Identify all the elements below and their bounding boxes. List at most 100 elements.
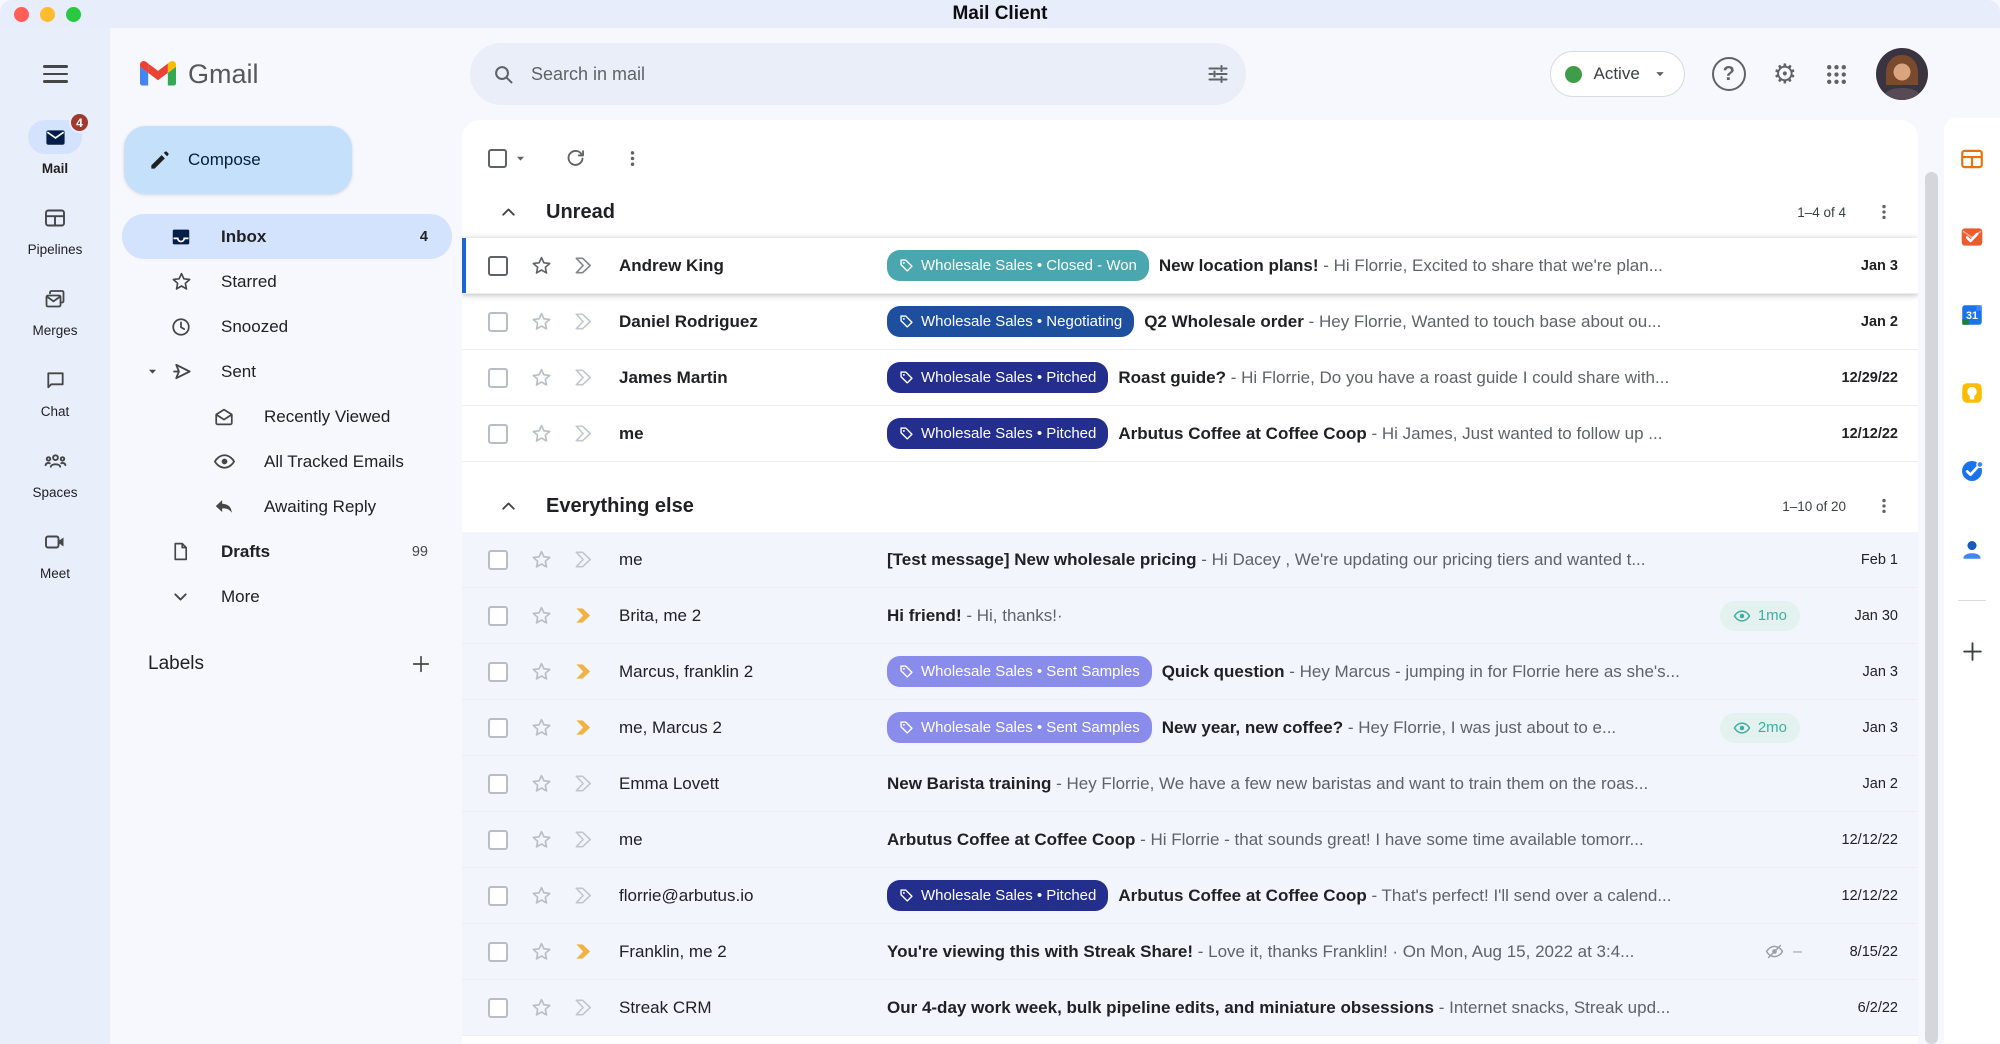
email-view-tracking-badge[interactable]: 2mo bbox=[1720, 713, 1800, 743]
star-icon[interactable] bbox=[530, 996, 553, 1019]
row-checkbox[interactable] bbox=[488, 550, 508, 570]
row-checkbox[interactable] bbox=[488, 256, 508, 276]
row-checkbox[interactable] bbox=[488, 998, 508, 1018]
row-checkbox[interactable] bbox=[488, 606, 508, 626]
streak-pipelines-icon[interactable] bbox=[1959, 146, 1985, 172]
pipeline-chip[interactable]: Wholesale Sales • Pitched bbox=[887, 362, 1108, 393]
email-row[interactable]: Streak CRM Our 4-day work week, bulk pip… bbox=[462, 980, 1918, 1036]
search-input[interactable] bbox=[531, 64, 1190, 85]
more-options-button[interactable] bbox=[622, 148, 643, 169]
star-icon[interactable] bbox=[530, 548, 553, 571]
streak-box-icon[interactable] bbox=[573, 885, 594, 906]
create-label-button[interactable] bbox=[410, 653, 432, 675]
sidebar-item-recently-viewed[interactable]: Recently Viewed bbox=[122, 394, 452, 439]
search-filters-icon[interactable] bbox=[1206, 62, 1230, 86]
section-menu-button[interactable] bbox=[1874, 202, 1894, 222]
main-menu-button[interactable] bbox=[0, 28, 110, 120]
compose-button[interactable]: Compose bbox=[124, 126, 352, 194]
email-row[interactable]: me Wholesale Sales • Pitched Arbutus Cof… bbox=[462, 406, 1918, 462]
rail-item-pipelines[interactable]: Pipelines bbox=[28, 201, 83, 257]
email-view-tracking-badge[interactable]: 1mo bbox=[1720, 601, 1800, 631]
rail-item-chat[interactable]: Chat bbox=[28, 363, 82, 419]
streak-box-icon[interactable] bbox=[573, 997, 594, 1018]
pipeline-chip[interactable]: Wholesale Sales • Sent Samples bbox=[887, 656, 1152, 687]
star-icon[interactable] bbox=[530, 604, 553, 627]
star-icon[interactable] bbox=[530, 310, 553, 333]
row-checkbox[interactable] bbox=[488, 774, 508, 794]
pipeline-chip[interactable]: Wholesale Sales • Sent Samples bbox=[887, 712, 1152, 743]
star-icon[interactable] bbox=[530, 660, 553, 683]
email-row[interactable]: James Martin Wholesale Sales • Pitched R… bbox=[462, 350, 1918, 406]
email-row[interactable]: Franklin, me 2 You're viewing this with … bbox=[462, 924, 1918, 980]
star-icon[interactable] bbox=[530, 884, 553, 907]
sidebar-item-snoozed[interactable]: Snoozed bbox=[122, 304, 452, 349]
streak-box-icon[interactable] bbox=[573, 367, 594, 388]
sent-expander-icon[interactable] bbox=[144, 363, 161, 380]
row-checkbox[interactable] bbox=[488, 424, 508, 444]
streak-box-icon[interactable] bbox=[573, 717, 594, 738]
pipeline-chip[interactable]: Wholesale Sales • Closed - Won bbox=[887, 250, 1149, 281]
pipeline-chip[interactable]: Wholesale Sales • Negotiating bbox=[887, 306, 1134, 337]
email-row[interactable]: florrie@arbutus.io Wholesale Sales • Pit… bbox=[462, 868, 1918, 924]
rail-item-mail[interactable]: 4 Mail bbox=[28, 120, 82, 176]
row-checkbox[interactable] bbox=[488, 718, 508, 738]
keep-icon[interactable] bbox=[1959, 380, 1985, 406]
email-row[interactable]: Daniel Rodriguez Wholesale Sales • Negot… bbox=[462, 294, 1918, 350]
streak-box-icon[interactable] bbox=[573, 549, 594, 570]
select-all-checkbox[interactable] bbox=[488, 149, 507, 168]
streak-box-icon[interactable] bbox=[573, 605, 594, 626]
account-avatar[interactable] bbox=[1876, 48, 1928, 100]
star-icon[interactable] bbox=[530, 254, 553, 277]
settings-gear-icon[interactable]: ⚙ bbox=[1773, 61, 1797, 88]
streak-box-icon[interactable] bbox=[573, 311, 594, 332]
pipeline-chip[interactable]: Wholesale Sales • Pitched bbox=[887, 880, 1108, 911]
streak-box-icon[interactable] bbox=[573, 829, 594, 850]
pipeline-chip[interactable]: Wholesale Sales • Pitched bbox=[887, 418, 1108, 449]
refresh-button[interactable] bbox=[565, 148, 586, 169]
rail-item-merges[interactable]: Merges bbox=[28, 282, 82, 338]
get-addons-button[interactable] bbox=[1960, 639, 1985, 664]
google-apps-grid-icon[interactable] bbox=[1824, 62, 1849, 87]
email-row[interactable]: me, Marcus 2 Wholesale Sales • Sent Samp… bbox=[462, 700, 1918, 756]
sidebar-item-sent[interactable]: Sent bbox=[122, 349, 452, 394]
status-dropdown[interactable]: Active bbox=[1550, 51, 1684, 97]
streak-box-icon[interactable] bbox=[573, 773, 594, 794]
email-row[interactable]: me [Test message] New wholesale pricing … bbox=[462, 532, 1918, 588]
row-checkbox[interactable] bbox=[488, 830, 508, 850]
contacts-icon[interactable] bbox=[1959, 536, 1985, 562]
streak-box-icon[interactable] bbox=[573, 941, 594, 962]
star-icon[interactable] bbox=[530, 772, 553, 795]
sidebar-item-all-tracked-emails[interactable]: All Tracked Emails bbox=[122, 439, 452, 484]
email-row[interactable]: Emma Lovett New Barista training - Hey F… bbox=[462, 756, 1918, 812]
collapse-section-icon[interactable] bbox=[498, 496, 519, 517]
sidebar-item-drafts[interactable]: Drafts 99 bbox=[122, 529, 452, 574]
rail-item-spaces[interactable]: Spaces bbox=[28, 444, 82, 500]
sidebar-item-starred[interactable]: Starred bbox=[122, 259, 452, 304]
select-all-dropdown[interactable] bbox=[488, 149, 529, 168]
email-row[interactable]: Marcus, franklin 2 Wholesale Sales • Sen… bbox=[462, 644, 1918, 700]
collapse-section-icon[interactable] bbox=[498, 202, 519, 223]
tasks-icon[interactable] bbox=[1959, 458, 1985, 484]
search-bar[interactable] bbox=[470, 43, 1246, 105]
row-checkbox[interactable] bbox=[488, 886, 508, 906]
star-icon[interactable] bbox=[530, 828, 553, 851]
streak-mail-icon[interactable] bbox=[1959, 224, 1985, 250]
streak-box-icon[interactable] bbox=[573, 255, 594, 276]
rail-item-meet[interactable]: Meet bbox=[28, 525, 82, 581]
section-menu-button[interactable] bbox=[1874, 496, 1894, 516]
sidebar-item-awaiting-reply[interactable]: Awaiting Reply bbox=[122, 484, 452, 529]
row-checkbox[interactable] bbox=[488, 662, 508, 682]
help-button[interactable]: ? bbox=[1712, 57, 1746, 91]
star-icon[interactable] bbox=[530, 422, 553, 445]
star-icon[interactable] bbox=[530, 716, 553, 739]
search-icon[interactable] bbox=[492, 63, 515, 86]
star-icon[interactable] bbox=[530, 366, 553, 389]
row-checkbox[interactable] bbox=[488, 942, 508, 962]
calendar-icon[interactable]: 31 bbox=[1959, 302, 1985, 328]
streak-box-icon[interactable] bbox=[573, 423, 594, 444]
sidebar-item-inbox[interactable]: Inbox 4 bbox=[122, 214, 452, 259]
email-row[interactable]: Andrew King Wholesale Sales • Closed - W… bbox=[462, 238, 1918, 294]
row-checkbox[interactable] bbox=[488, 312, 508, 332]
star-icon[interactable] bbox=[530, 940, 553, 963]
streak-box-icon[interactable] bbox=[573, 661, 594, 682]
